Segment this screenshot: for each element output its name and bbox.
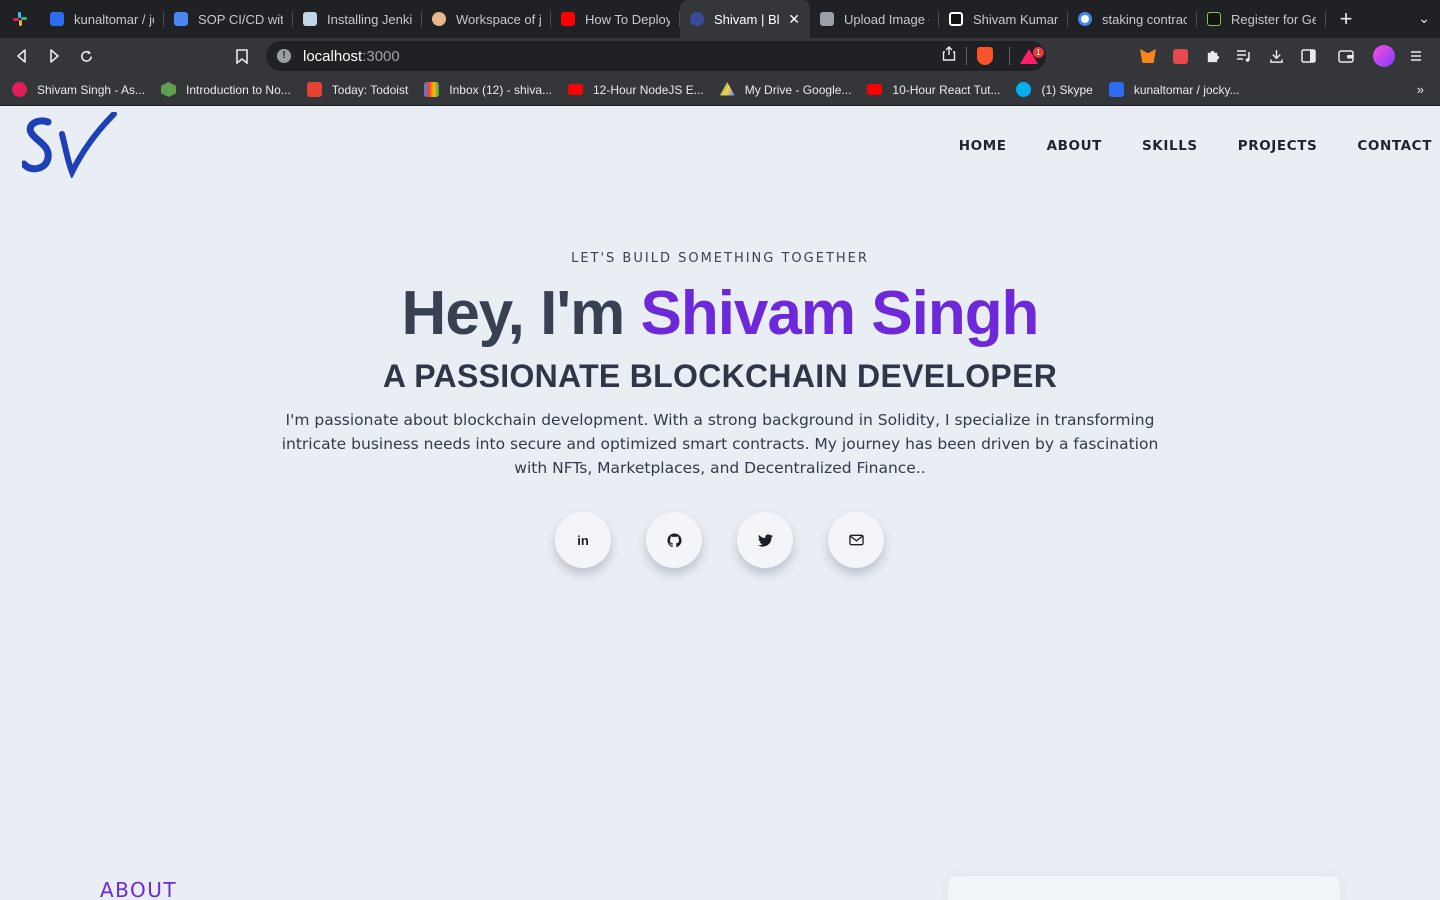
new-tab-button[interactable]: +	[1326, 0, 1366, 38]
wallet-icon[interactable]	[1324, 40, 1368, 72]
site-info-icon[interactable]: !	[277, 49, 291, 63]
media-controls-icon[interactable]	[1228, 40, 1260, 72]
nav-skills[interactable]: SKILLS	[1142, 138, 1198, 154]
divider	[1009, 47, 1010, 65]
bookmark-7[interactable]: (1) Skype	[1016, 82, 1093, 97]
about-card	[948, 876, 1340, 900]
nodejs-icon	[161, 82, 177, 97]
more-bookmarks-icon[interactable]: »	[1417, 82, 1424, 97]
address-bar[interactable]: ! localhost:3000 1	[266, 41, 1046, 71]
extensions-area	[1132, 38, 1440, 74]
tab-4[interactable]: How To Deploy a	[551, 0, 680, 38]
todoist-icon	[306, 82, 322, 97]
tab-3[interactable]: Workspace of jo	[422, 0, 551, 38]
hero-name: Shivam Singh	[640, 279, 1039, 348]
tab-favicon-icon	[949, 12, 963, 26]
tab-favicon-icon	[174, 12, 188, 26]
twitter-button[interactable]	[737, 512, 793, 568]
tab-favicon-icon	[820, 12, 834, 26]
tab-strip: kunaltomar / jocky SOP CI/CD with Instal…	[0, 0, 1440, 38]
sv-logo-icon	[20, 111, 117, 180]
bookmark-2[interactable]: Today: Todoist	[306, 82, 408, 97]
hero-eyebrow: LET'S BUILD SOMETHING TOGETHER	[571, 251, 869, 266]
tab-search-chevron-icon[interactable]: ⌄	[1418, 10, 1430, 27]
tab-5-active[interactable]: Shivam | Blockchain ✕	[680, 0, 810, 38]
hero-bio: I'm passionate about blockchain developm…	[281, 411, 1159, 477]
browser-menu-icon[interactable]	[1400, 40, 1432, 72]
share-icon[interactable]	[942, 46, 956, 66]
profile-avatar[interactable]	[1368, 40, 1400, 72]
main-nav: HOME ABOUT SKILLS PROJECTS CONTACT	[959, 138, 1432, 154]
bookmark-1[interactable]: Introduction to No...	[161, 82, 291, 97]
google-icon	[1078, 12, 1092, 26]
bookmark-0[interactable]: Shivam Singh - As...	[12, 82, 145, 97]
github-button[interactable]	[646, 512, 702, 568]
bookmark-icon[interactable]	[226, 40, 258, 72]
tab-favicon-icon	[303, 12, 317, 26]
address-bar-actions: 1	[942, 41, 1044, 71]
bitbucket-icon	[1108, 82, 1124, 97]
bookmark-5[interactable]: My Drive - Google...	[719, 82, 851, 97]
nav-contact[interactable]: CONTACT	[1357, 138, 1432, 154]
github-icon	[666, 532, 682, 547]
slack-icon	[12, 82, 27, 97]
google-drive-icon	[719, 82, 735, 96]
tab-6[interactable]: Upload Image –	[810, 0, 939, 38]
puzzle-extensions-icon[interactable]	[1196, 40, 1228, 72]
bookmark-6[interactable]: 10-Hour React Tut...	[867, 83, 1000, 97]
linkedin-button[interactable]: in	[555, 512, 611, 568]
close-tab-icon[interactable]: ✕	[788, 11, 800, 28]
nav-projects[interactable]: PROJECTS	[1238, 138, 1318, 154]
bookmark-8[interactable]: kunaltomar / jocky...	[1108, 82, 1240, 97]
forward-icon[interactable]	[38, 40, 70, 72]
linkedin-icon: in	[577, 532, 589, 548]
email-button[interactable]	[828, 512, 884, 568]
tab-favicon-icon	[1207, 12, 1221, 26]
about-section-heading: ABOUT	[100, 878, 178, 900]
tab-7[interactable]: Shivam Kumar S	[939, 0, 1068, 38]
tab-favicon-icon	[432, 12, 446, 26]
gmail-icon	[424, 82, 440, 97]
tab-9[interactable]: Register for Get	[1197, 0, 1326, 38]
social-links: in	[555, 512, 884, 568]
nav-home[interactable]: HOME	[959, 138, 1007, 154]
tab-favicon-icon	[690, 12, 704, 26]
hero-greeting: Hey, I'm	[401, 279, 641, 348]
mail-icon	[848, 534, 864, 546]
tab-2[interactable]: Installing Jenkins	[293, 0, 422, 38]
skype-icon	[1016, 82, 1032, 97]
browser-toolbar: ! localhost:3000 1	[0, 38, 1440, 74]
brave-shields-icon[interactable]	[977, 47, 993, 65]
tab-8[interactable]: staking contract	[1068, 0, 1197, 38]
metamask-icon[interactable]	[1132, 40, 1164, 72]
youtube-icon	[568, 84, 583, 95]
brave-rewards-icon[interactable]: 1	[1020, 46, 1044, 64]
bookmark-3[interactable]: Inbox (12) - shiva...	[424, 82, 552, 97]
portfolio-page: HOME ABOUT SKILLS PROJECTS CONTACT LET'S…	[0, 106, 1440, 900]
download-icon[interactable]	[1260, 40, 1292, 72]
extension-red-icon[interactable]	[1164, 40, 1196, 72]
rewards-badge: 1	[1033, 46, 1044, 58]
youtube-icon	[561, 12, 575, 26]
tab-1[interactable]: SOP CI/CD with	[164, 0, 293, 38]
slack-icon[interactable]	[0, 0, 40, 38]
back-icon[interactable]	[6, 40, 38, 72]
tab-0[interactable]: kunaltomar / jocky	[40, 0, 164, 38]
tab-favicon-icon	[50, 12, 64, 26]
hero-subtitle: A PASSIONATE BLOCKCHAIN DEVELOPER	[382, 358, 1058, 394]
divider	[966, 47, 967, 65]
url-text: localhost:3000	[303, 47, 400, 65]
hero-headline: Hey, I'm Shivam Singh	[0, 278, 1440, 349]
bookmark-4[interactable]: 12-Hour NodeJS E...	[568, 83, 704, 97]
nav-about[interactable]: ABOUT	[1047, 138, 1102, 154]
sidebar-toggle-icon[interactable]	[1292, 40, 1324, 72]
reload-icon[interactable]	[70, 40, 102, 72]
bookmarks-bar: Shivam Singh - As... Introduction to No.…	[0, 74, 1440, 106]
youtube-icon	[867, 84, 883, 95]
site-logo[interactable]	[20, 111, 118, 180]
twitter-icon	[757, 533, 773, 547]
